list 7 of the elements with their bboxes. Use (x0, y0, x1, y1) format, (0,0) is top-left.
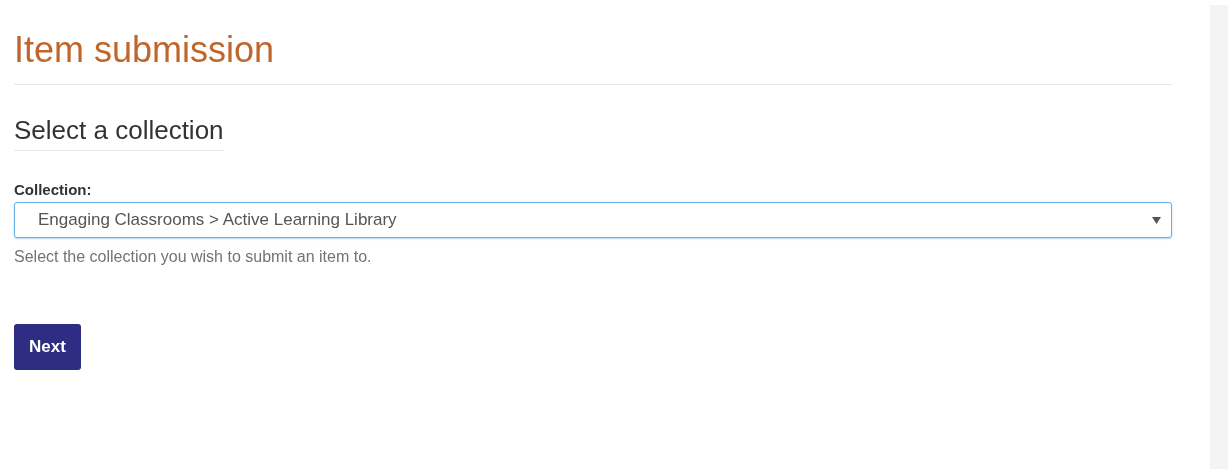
page-title: Item submission (14, 28, 276, 72)
collection-dropdown[interactable]: Engaging Classrooms > Active Learning Library (14, 202, 1172, 238)
field-label: Collection: (14, 181, 93, 198)
caret-icon (1152, 216, 1161, 224)
section-title: Select a collection (14, 114, 224, 151)
next-button[interactable]: Next (14, 324, 81, 370)
help-text: Select the collection you wish to submit an item to. (14, 248, 373, 266)
